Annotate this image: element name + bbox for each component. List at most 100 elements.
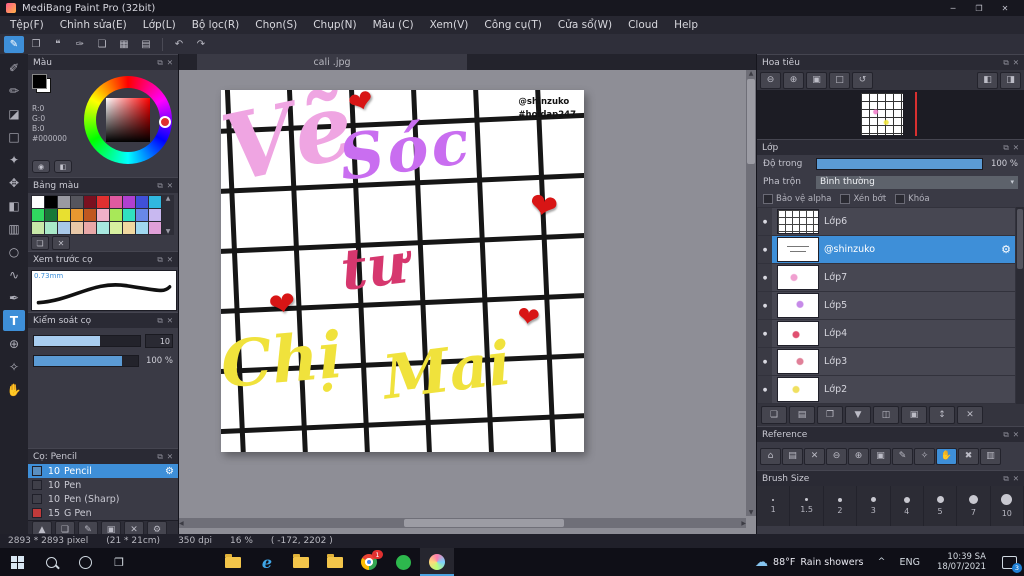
brush-item-pen[interactable]: 10 Pen <box>28 478 178 492</box>
tray-expand-button[interactable]: ^ <box>873 557 891 567</box>
palette-swatch[interactable] <box>44 195 58 209</box>
saturation-square[interactable] <box>106 98 150 142</box>
lasso-tool[interactable]: ∿ <box>3 264 25 285</box>
menu-view[interactable]: Xem(V) <box>422 19 477 31</box>
drawing-canvas[interactable]: Vẽ Sóc tư Chị Mai ❤ ❤ ❤ ❤ @shinzuko #hoi… <box>221 90 584 452</box>
palette-swatch[interactable] <box>109 195 123 209</box>
palette-swatch[interactable] <box>31 208 45 222</box>
action-center-button[interactable]: 3 <box>994 548 1024 576</box>
brush-opacity-slider[interactable] <box>33 355 139 367</box>
scroll-up-icon[interactable]: ▲ <box>749 70 754 77</box>
horizontal-scrollbar[interactable]: ◀ ▶ <box>179 518 746 528</box>
start-button[interactable] <box>0 548 34 576</box>
ref-zoom-out-button[interactable]: ⊖ <box>826 447 847 465</box>
brush-edit-button[interactable]: ✑ <box>70 36 90 53</box>
new-folder-button[interactable]: ▤ <box>789 406 815 424</box>
pages-button[interactable]: ❏ <box>92 36 112 53</box>
popout-icon[interactable]: ⧉ <box>157 452 162 462</box>
medibang-taskbar-button[interactable] <box>420 548 454 576</box>
palette-swatch[interactable] <box>83 208 97 222</box>
brush-item-pen-sharp[interactable]: 10 Pen (Sharp) <box>28 492 178 506</box>
palette-swatch[interactable] <box>57 195 71 209</box>
merge-down-button[interactable]: ▼ <box>845 406 871 424</box>
eyedropper-tool[interactable]: ✧ <box>3 356 25 377</box>
foreground-color-swatch[interactable] <box>32 74 47 89</box>
popout-icon[interactable]: ⧉ <box>157 316 162 326</box>
brush-item-gpen[interactable]: 15 G Pen <box>28 506 178 520</box>
magic-wand-tool[interactable]: ✦ <box>3 149 25 170</box>
duplicate-layer-button[interactable]: ❐ <box>817 406 843 424</box>
paint-mode-button[interactable]: ✎ <box>4 35 24 53</box>
eraser-tool[interactable]: ◪ <box>3 103 25 124</box>
folder-shortcut-2-button[interactable] <box>318 548 352 576</box>
palette-swatch[interactable] <box>57 208 71 222</box>
palette-swatch[interactable] <box>135 195 149 209</box>
brush-item-pencil[interactable]: 10 Pencil ⚙ <box>28 464 178 478</box>
menu-filter[interactable]: Bộ lọc(R) <box>184 19 248 31</box>
palette-swatch[interactable] <box>96 208 110 222</box>
palette-swatch[interactable] <box>31 221 45 235</box>
layer-row-lop5[interactable]: ● Lớp5 <box>758 292 1015 319</box>
brush-tool[interactable]: ✐ <box>3 57 25 78</box>
select-rect-tool[interactable]: □ <box>3 126 25 147</box>
palette-swatch[interactable] <box>57 221 71 235</box>
gradient-tool[interactable]: ▥ <box>3 218 25 239</box>
scroll-right-icon[interactable]: ▶ <box>741 520 746 527</box>
navigator-thumbnail[interactable] <box>861 93 903 135</box>
brush-size-option[interactable]: 1 <box>757 486 791 526</box>
popout-icon[interactable]: ⧉ <box>157 181 162 191</box>
eye-icon[interactable]: ● <box>758 236 772 263</box>
ref-home-button[interactable]: ⌂ <box>760 447 781 465</box>
zoom-tool[interactable]: ⊕ <box>3 333 25 354</box>
palette-swatch[interactable] <box>148 208 162 222</box>
palette-swatch[interactable] <box>70 221 84 235</box>
menu-help[interactable]: Help <box>666 19 706 31</box>
palette-swatch[interactable] <box>122 195 136 209</box>
layer-row-lop7[interactable]: ● Lớp7 <box>758 264 1015 291</box>
menu-capture[interactable]: Chụp(N) <box>305 19 364 31</box>
palette-swatch[interactable] <box>135 208 149 222</box>
popout-icon[interactable]: ⧉ <box>1003 474 1008 484</box>
brush-size-option[interactable]: 10 <box>991 486 1024 526</box>
edge-button[interactable]: e <box>250 548 284 576</box>
menu-cloud[interactable]: Cloud <box>620 19 666 31</box>
palette-swatch[interactable] <box>83 221 97 235</box>
menu-layer[interactable]: Lớp(L) <box>135 19 184 31</box>
clipping-checkbox[interactable]: Xén bớt <box>840 194 886 204</box>
ref-pencil-button[interactable]: ✎ <box>892 447 913 465</box>
popout-icon[interactable]: ⧉ <box>157 58 162 68</box>
eye-icon[interactable]: ● <box>758 208 772 235</box>
restore-button[interactable]: ❐ <box>966 0 992 16</box>
palette-swatch[interactable] <box>31 195 45 209</box>
palette-swatch[interactable] <box>109 208 123 222</box>
brush-size-option[interactable]: 7 <box>957 486 991 526</box>
brush-size-option[interactable]: 1.5 <box>790 486 824 526</box>
pencil-tool[interactable]: ✏ <box>3 80 25 101</box>
hsv-mode-button[interactable]: ◧ <box>54 160 72 173</box>
popout-icon[interactable]: ⧉ <box>157 255 162 265</box>
blend-mode-select[interactable]: Bình thường ▾ <box>816 175 1018 189</box>
ref-columns-button[interactable]: ▥ <box>980 447 1001 465</box>
brush-size-slider[interactable] <box>33 335 141 347</box>
horizontal-scroll-thumb[interactable] <box>403 519 564 527</box>
menu-tools[interactable]: Công cụ(T) <box>476 19 549 31</box>
close-icon[interactable]: ✕ <box>1013 143 1019 153</box>
close-icon[interactable]: ✕ <box>167 255 173 265</box>
hue-marker[interactable] <box>159 116 171 128</box>
checkbox-box[interactable] <box>763 194 773 204</box>
brush-size-option[interactable]: 4 <box>891 486 924 526</box>
palette-swatch[interactable] <box>148 195 162 209</box>
close-icon[interactable]: ✕ <box>1013 58 1019 68</box>
brush-size-option[interactable]: 2 <box>824 486 858 526</box>
palette-swatch[interactable] <box>44 221 58 235</box>
checkbox-box[interactable] <box>895 194 906 204</box>
palette-swatch[interactable] <box>70 208 84 222</box>
rgb-mode-button[interactable]: ◉ <box>32 160 50 173</box>
nav-zoom-in-button[interactable]: ⊕ <box>783 71 804 89</box>
folder-shortcut-button[interactable] <box>284 548 318 576</box>
scroll-left-icon[interactable]: ◀ <box>179 520 184 527</box>
text-tool[interactable]: T <box>3 310 25 331</box>
brush-size-option[interactable]: 5 <box>924 486 958 526</box>
material-view-button[interactable]: ▤ <box>136 36 156 53</box>
close-icon[interactable]: ✕ <box>1013 474 1019 484</box>
